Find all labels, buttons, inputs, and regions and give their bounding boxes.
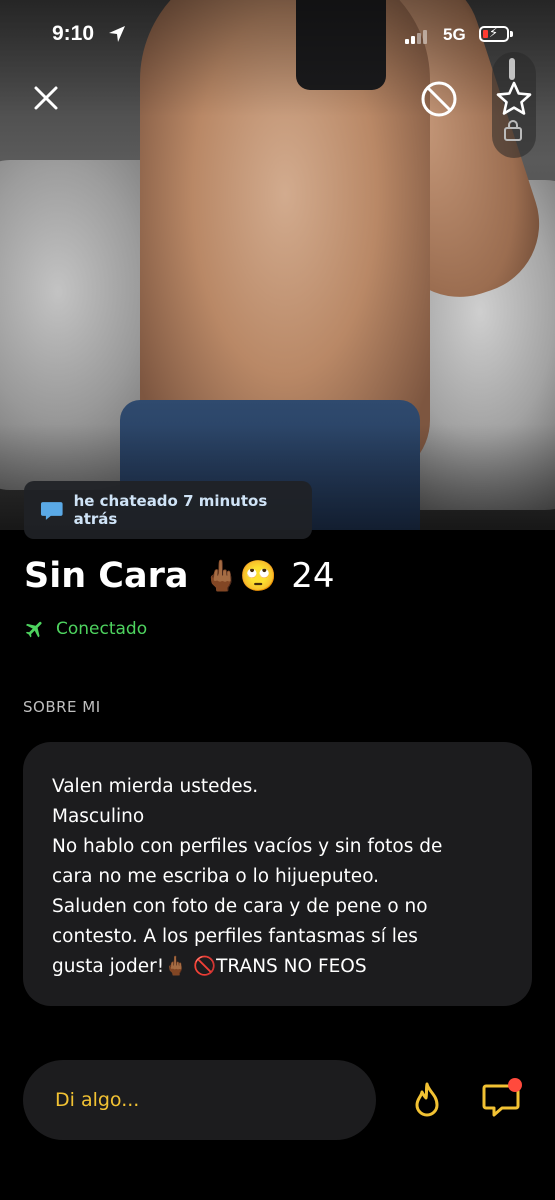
about-line: gusta joder!🖕🏾 🚫TRANS NO FEOS [52,956,367,977]
close-button[interactable] [30,82,62,114]
about-line: Masculino [52,806,145,827]
chat-bubble-icon [40,502,63,520]
about-line: Valen mierda ustedes. [52,776,259,797]
profile-photo[interactable] [0,0,555,530]
about-line: Saluden con foto de cara y de pene o no [52,896,428,917]
online-status-text: Conectado [56,619,148,639]
chatted-badge: he chateado 7 minutos atrás [24,481,312,539]
battery-icon: ⚡ [479,26,509,42]
photo-overlay [0,0,555,530]
block-button[interactable] [420,80,458,118]
favorite-button[interactable] [495,80,533,118]
chatted-text: he chateado 7 minutos atrás [73,492,268,528]
about-line: cara no me escriba o lo hijueputeo. [52,866,380,887]
location-arrow-icon [108,25,126,47]
age: 24 [291,556,335,596]
about-line: No hablo con perfiles vacíos y sin fotos… [52,836,443,857]
tap-button[interactable] [407,1080,447,1120]
album-lock-icon[interactable] [502,118,524,146]
flame-icon [415,1082,439,1117]
about-line: contesto. A los perfiles fantasmas sí le… [52,926,418,947]
star-icon [496,81,532,115]
notification-dot [508,1078,522,1092]
status-time: 9:10 [52,22,95,45]
name-emojis: 🖕🏾🙄 [202,558,278,594]
network-type: 5G [443,25,466,44]
about-section-label: SOBRE MI [23,698,101,716]
airplane-icon [25,621,42,638]
message-input[interactable] [53,1088,357,1112]
message-input-container[interactable] [23,1060,376,1140]
pill-handle [509,58,515,80]
close-icon [34,86,58,110]
display-name: Sin Cara [24,556,189,596]
battery-cap [510,31,513,37]
cellular-signal-icon [405,30,427,44]
profile-header: Sin Cara 🖕🏾🙄 24 [24,556,334,596]
block-icon [421,81,457,117]
online-status: Conectado [24,618,147,640]
